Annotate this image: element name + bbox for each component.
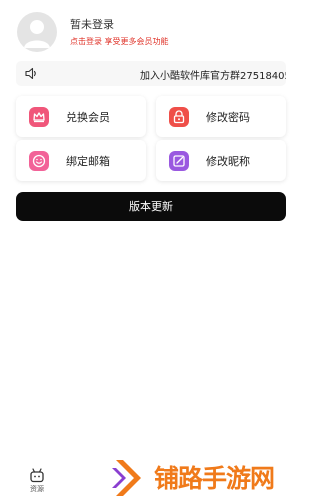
notice-text: 加入小酷软件库官方群27518405 xyxy=(140,71,286,82)
redeem-membership-button[interactable]: 兑换会员 xyxy=(16,96,146,137)
bind-email-label: 绑定邮箱 xyxy=(66,155,110,168)
speaker-icon xyxy=(25,67,36,80)
tab-resources[interactable]: 资源 xyxy=(22,468,52,498)
watermark-logo-icon xyxy=(112,460,141,496)
bind-email-button[interactable]: 绑定邮箱 xyxy=(16,140,146,181)
redeem-membership-label: 兑换会员 xyxy=(66,111,110,124)
notice-bar[interactable]: 加入小酷软件库官方群27518405 xyxy=(16,61,286,86)
change-password-button[interactable]: 修改密码 xyxy=(156,96,286,137)
change-nickname-label: 修改昵称 xyxy=(206,155,250,168)
change-password-label: 修改密码 xyxy=(206,111,250,124)
profile-header[interactable]: 暂未登录 点击登录 享受更多会员功能 xyxy=(17,12,287,52)
user-silhouette-icon xyxy=(24,20,50,48)
change-nickname-button[interactable]: 修改昵称 xyxy=(156,140,286,181)
robot-icon xyxy=(30,468,44,483)
smile-icon xyxy=(29,151,49,171)
avatar[interactable] xyxy=(17,12,57,52)
login-hint-link[interactable]: 点击登录 享受更多会员功能 xyxy=(70,36,169,47)
edit-icon xyxy=(169,151,189,171)
lock-icon xyxy=(169,107,189,127)
watermark: 铺路手游网 xyxy=(110,455,300,500)
crown-icon xyxy=(29,107,49,127)
profile-name: 暂未登录 xyxy=(70,18,114,31)
watermark-text: 铺路手游网 xyxy=(154,464,275,493)
version-update-button[interactable]: 版本更新 xyxy=(16,192,286,221)
tab-resources-label: 资源 xyxy=(30,485,44,493)
